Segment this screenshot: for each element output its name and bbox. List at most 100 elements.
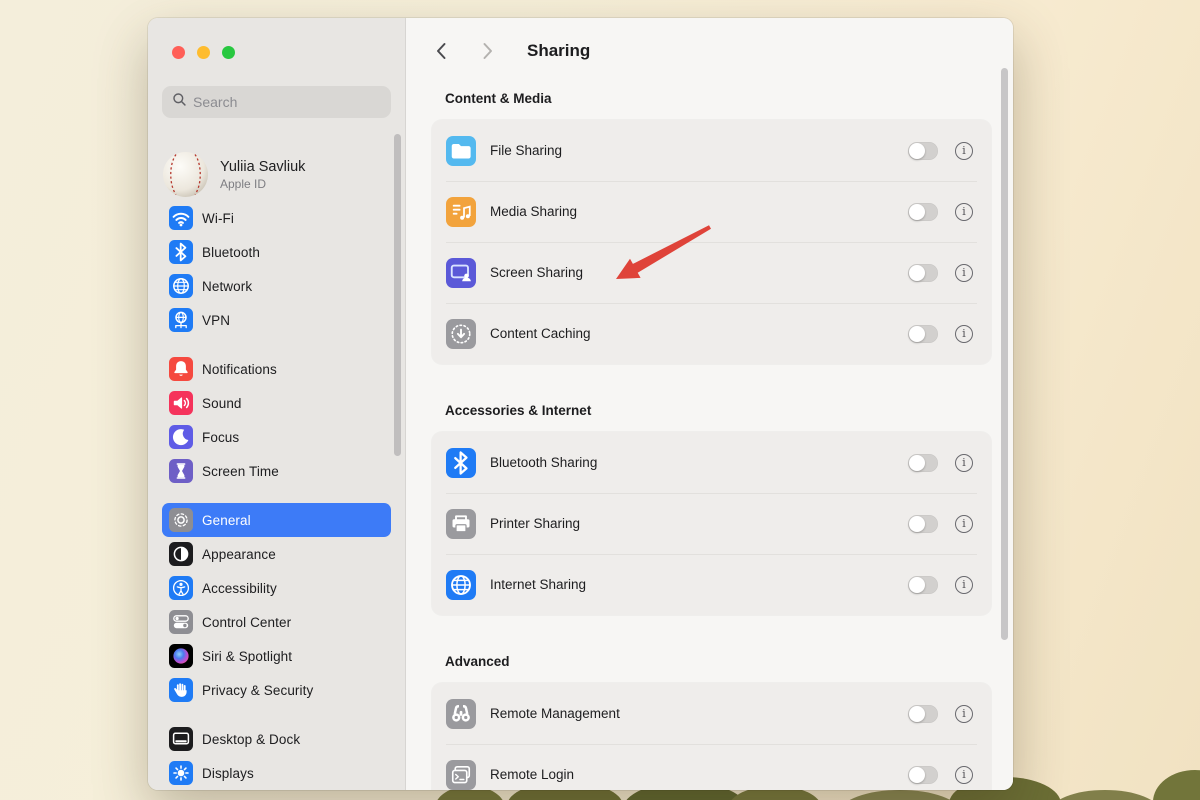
row-label: Bluetooth Sharing [490, 455, 908, 470]
settings-row-bluetooth-sharing: Bluetooth Sharing i [432, 432, 991, 493]
download-circle-icon [446, 319, 476, 349]
toggle-knob [909, 767, 925, 783]
toggle-switch[interactable] [908, 766, 938, 784]
printer-icon [446, 509, 476, 539]
sidebar-group: Desktop & Dock Displays [162, 722, 391, 790]
settings-row-internet-sharing: Internet Sharing i [432, 554, 991, 615]
sidebar-item-appearance[interactable]: Appearance [162, 537, 391, 571]
sidebar-item-focus[interactable]: Focus [162, 420, 391, 454]
sidebar-item-label: Sound [202, 396, 242, 411]
sidebar-scrollbar[interactable] [394, 134, 401, 456]
settings-row-file-sharing: File Sharing i [432, 120, 991, 181]
sidebar-item-network[interactable]: Network [162, 269, 391, 303]
toggle-switch[interactable] [908, 142, 938, 160]
settings-row-printer-sharing: Printer Sharing i [432, 493, 991, 554]
sidebar-item-siri-spotlight[interactable]: Siri & Spotlight [162, 639, 391, 673]
row-label: Printer Sharing [490, 516, 908, 531]
avatar-baseball [162, 151, 209, 198]
sidebar-item-label: Privacy & Security [202, 683, 313, 698]
pane-header: Sharing [406, 18, 1013, 84]
sidebar-group: General Appearance Accessibility Control… [162, 503, 391, 707]
sidebar-group: Notifications Sound Focus Screen Time [162, 352, 391, 488]
toggle-switch[interactable] [908, 705, 938, 723]
content-scrollbar[interactable] [1001, 68, 1008, 640]
back-button[interactable] [430, 39, 454, 63]
toggle-switch[interactable] [908, 454, 938, 472]
search-field[interactable] [162, 86, 391, 118]
sidebar-item-wi-fi[interactable]: Wi-Fi [162, 201, 391, 235]
sidebar-item-label: General [202, 513, 251, 528]
settings-row-content-caching: Content Caching i [432, 303, 991, 364]
info-button[interactable]: i [955, 454, 973, 472]
sidebar-item-desktop-dock[interactable]: Desktop & Dock [162, 722, 391, 756]
sidebar-item-general[interactable]: General [162, 503, 391, 537]
sidebar-item-accessibility[interactable]: Accessibility [162, 571, 391, 605]
toggle-knob [909, 265, 925, 281]
network-globe-icon [446, 570, 476, 600]
row-label: Media Sharing [490, 204, 908, 219]
dock-icon [169, 727, 193, 751]
sidebar-item-label: Siri & Spotlight [202, 649, 292, 664]
system-settings-window: Yuliia Savliuk Apple ID Wi-Fi Bluetooth … [148, 18, 1013, 790]
row-label: Internet Sharing [490, 577, 908, 592]
info-button[interactable]: i [955, 203, 973, 221]
sidebar-item-vpn[interactable]: VPN [162, 303, 391, 337]
row-label: Content Caching [490, 326, 908, 341]
info-button[interactable]: i [955, 766, 973, 784]
hand-icon [169, 678, 193, 702]
music-notes-icon [446, 197, 476, 227]
network-globe-icon [169, 274, 193, 298]
hourglass-icon [169, 459, 193, 483]
toggle-switch[interactable] [908, 203, 938, 221]
zoom-button[interactable] [222, 46, 235, 59]
row-label: Remote Login [490, 767, 908, 782]
settings-group: File Sharing i Media Sharing i Screen Sh… [432, 120, 991, 364]
info-button[interactable]: i [955, 705, 973, 723]
sidebar: Yuliia Savliuk Apple ID Wi-Fi Bluetooth … [148, 18, 406, 790]
sidebar-item-screen-time[interactable]: Screen Time [162, 454, 391, 488]
sidebar-item-displays[interactable]: Displays [162, 756, 391, 790]
info-button[interactable]: i [955, 576, 973, 594]
sidebar-item-bluetooth[interactable]: Bluetooth [162, 235, 391, 269]
binoculars-icon [446, 699, 476, 729]
sun-icon [169, 761, 193, 785]
appearance-icon [169, 542, 193, 566]
minimize-button[interactable] [197, 46, 210, 59]
toggle-knob [909, 516, 925, 532]
close-button[interactable] [172, 46, 185, 59]
settings-group: Remote Management i Remote Login i [432, 683, 991, 790]
toggle-knob [909, 326, 925, 342]
window-controls [172, 46, 235, 59]
forward-button[interactable] [475, 39, 499, 63]
row-label: Screen Sharing [490, 265, 908, 280]
gear-icon [169, 508, 193, 532]
sidebar-item-privacy-security[interactable]: Privacy & Security [162, 673, 391, 707]
sidebar-item-sound[interactable]: Sound [162, 386, 391, 420]
toggle-switch[interactable] [908, 515, 938, 533]
row-label: File Sharing [490, 143, 908, 158]
toggle-knob [909, 204, 925, 220]
section-title: Content & Media [445, 91, 991, 106]
sidebar-item-label: Control Center [202, 615, 291, 630]
apple-id-row[interactable]: Yuliia Savliuk Apple ID [162, 151, 305, 198]
info-button[interactable]: i [955, 515, 973, 533]
bluetooth-icon [446, 448, 476, 478]
sidebar-item-label: Appearance [202, 547, 276, 562]
sidebar-item-notifications[interactable]: Notifications [162, 352, 391, 386]
toggle-switch[interactable] [908, 576, 938, 594]
toggle-knob [909, 455, 925, 471]
speaker-icon [169, 391, 193, 415]
info-button[interactable]: i [955, 325, 973, 343]
toggle-switch[interactable] [908, 264, 938, 282]
bell-icon [169, 357, 193, 381]
toggle-switch[interactable] [908, 325, 938, 343]
row-label: Remote Management [490, 706, 908, 721]
screen-sharing-icon [446, 258, 476, 288]
sidebar-item-control-center[interactable]: Control Center [162, 605, 391, 639]
settings-row-remote-management: Remote Management i [432, 683, 991, 744]
wifi-icon [169, 206, 193, 230]
info-button[interactable]: i [955, 142, 973, 160]
account-name: Yuliia Savliuk [220, 159, 305, 175]
search-input[interactable] [193, 94, 382, 110]
info-button[interactable]: i [955, 264, 973, 282]
